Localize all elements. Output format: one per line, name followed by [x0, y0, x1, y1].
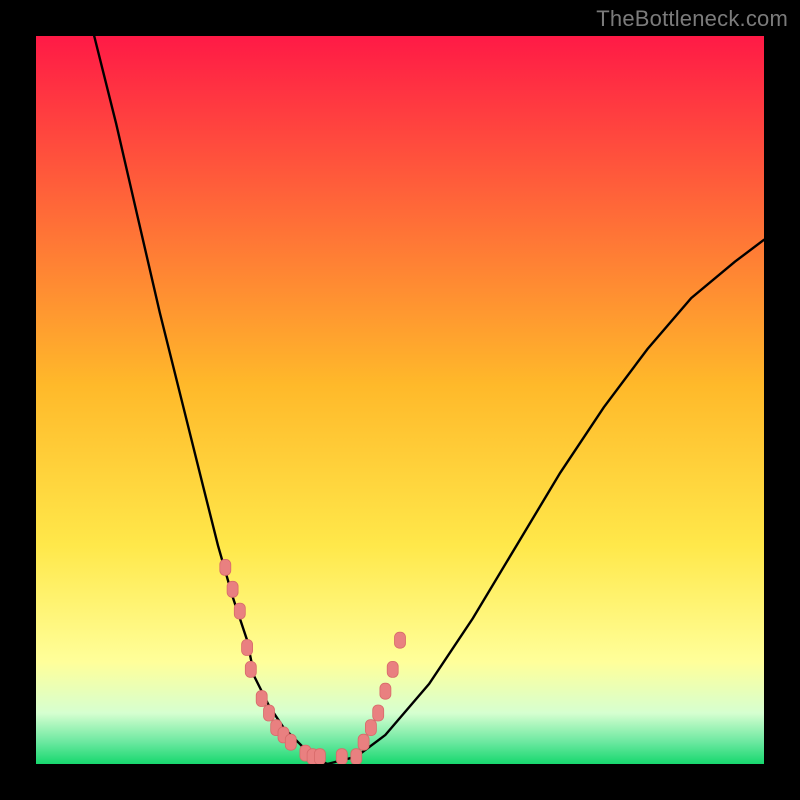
- chart-frame: TheBottleneck.com: [0, 0, 800, 800]
- curve-marker: [365, 720, 376, 736]
- curve-marker: [314, 749, 325, 764]
- watermark-text: TheBottleneck.com: [596, 6, 788, 32]
- gradient-background: [36, 36, 764, 764]
- plot-area: [36, 36, 764, 764]
- curve-marker: [256, 691, 267, 707]
- curve-marker: [387, 661, 398, 677]
- curve-marker: [234, 603, 245, 619]
- curve-marker: [336, 749, 347, 764]
- curve-marker: [395, 632, 406, 648]
- curve-marker: [242, 640, 253, 656]
- curve-marker: [245, 661, 256, 677]
- curve-marker: [351, 749, 362, 764]
- curve-marker: [264, 705, 275, 721]
- curve-marker: [285, 734, 296, 750]
- curve-marker: [358, 734, 369, 750]
- curve-marker: [227, 581, 238, 597]
- curve-marker: [380, 683, 391, 699]
- plot-svg: [36, 36, 764, 764]
- curve-marker: [220, 559, 231, 575]
- curve-marker: [373, 705, 384, 721]
